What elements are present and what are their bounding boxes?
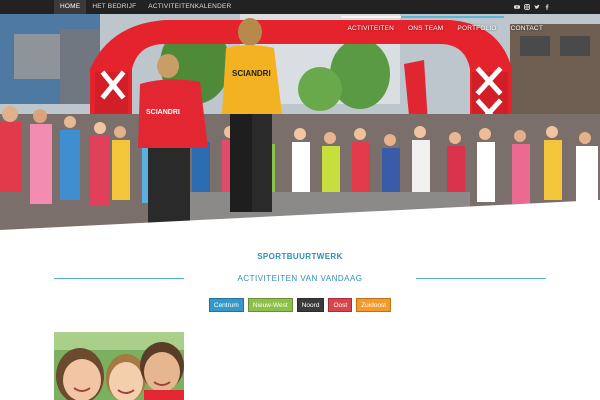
filter-noord[interactable]: Noord: [296, 298, 325, 312]
section-subtitle: ACTIVITEITEN VAN VANDAAG: [237, 274, 363, 283]
nav-activiteiten[interactable]: ACTIVITEITEN: [340, 16, 401, 36]
divider-left: [54, 278, 184, 279]
activity-thumbnail[interactable]: [54, 332, 184, 400]
youtube-icon[interactable]: [514, 4, 520, 10]
twitter-icon[interactable]: [534, 4, 540, 10]
instagram-icon[interactable]: [524, 4, 530, 10]
top-nav-activiteitenkalender[interactable]: ACTIVITEITENKALENDER: [142, 0, 237, 14]
top-nav-het-bedrijf[interactable]: HET BEDRIJF: [86, 0, 142, 14]
hero-banner: SCIANDRI SCIANDRI ACTIVITEITEN ONS TEAM …: [0, 14, 600, 230]
section-title: SPORTBUURTWERK: [257, 252, 343, 261]
hero-shirt-text: SCIANDRI: [232, 69, 271, 78]
filter-zuidoost[interactable]: Zuidoost: [356, 298, 392, 312]
region-filters: Centrum Nieuw-West Noord Oost Zuidoost: [0, 298, 600, 312]
filter-oost[interactable]: Oost: [328, 298, 353, 312]
nav-ons-team[interactable]: ONS TEAM: [400, 16, 451, 36]
nav-contact[interactable]: CONTACT: [504, 16, 550, 36]
facebook-icon[interactable]: [544, 4, 550, 10]
divider-right: [416, 278, 546, 279]
filter-centrum[interactable]: Centrum: [208, 298, 244, 312]
social-links: [514, 0, 550, 14]
hero-front-shirt-text: SCIANDRI: [146, 109, 180, 116]
activity-photo: [54, 332, 184, 400]
main-nav: ACTIVITEITEN ONS TEAM PORTFOLIO CONTACT: [340, 16, 551, 36]
subtitle-row: ACTIVITEITEN VAN VANDAAG: [54, 273, 546, 285]
hero-photo: SCIANDRI SCIANDRI: [0, 14, 600, 230]
top-bar: HOME HET BEDRIJF ACTIVITEITENKALENDER: [0, 0, 600, 14]
top-nav-home[interactable]: HOME: [54, 0, 87, 14]
filter-nieuw-west[interactable]: Nieuw-West: [247, 298, 293, 312]
top-nav: HOME HET BEDRIJF ACTIVITEITENKALENDER: [54, 0, 237, 14]
nav-portfolio[interactable]: PORTFOLIO: [450, 16, 504, 36]
